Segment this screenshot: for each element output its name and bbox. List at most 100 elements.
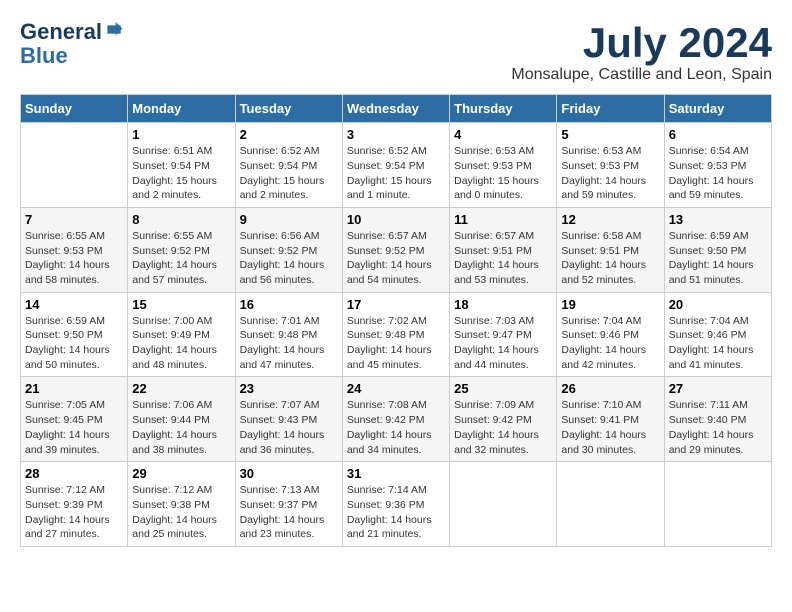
day-info: Sunrise: 6:58 AMSunset: 9:51 PMDaylight:… [561,229,659,288]
weekday-header-wednesday: Wednesday [342,95,449,123]
calendar-cell: 9Sunrise: 6:56 AMSunset: 9:52 PMDaylight… [235,207,342,292]
day-info: Sunrise: 6:52 AMSunset: 9:54 PMDaylight:… [240,144,338,203]
day-info: Sunrise: 7:08 AMSunset: 9:42 PMDaylight:… [347,398,445,457]
calendar-cell: 17 Sunrise: 7:02 AMSunset: 9:48 PMDayligh… [342,292,449,377]
week-row-3: 14Sunrise: 6:59 AMSunset: 9:50 PMDayligh… [21,292,772,377]
day-info: Sunrise: 7:09 AMSunset: 9:42 PMDaylight:… [454,398,552,457]
week-row-5: 28 Sunrise: 7:12 AMSunset: 9:39 PMDayligh… [21,462,772,547]
day-number: 18 [454,297,552,312]
weekday-header-tuesday: Tuesday [235,95,342,123]
calendar-cell: 26Sunrise: 7:10 AMSunset: 9:41 PMDayligh… [557,377,664,462]
calendar-cell: 27 Sunrise: 7:11 AMSunset: 9:40 PMDayligh… [664,377,771,462]
location-title: Monsalupe, Castille and Leon, Spain [511,66,772,84]
calendar-cell: 14Sunrise: 6:59 AMSunset: 9:50 PMDayligh… [21,292,128,377]
calendar-cell: 4 Sunrise: 6:53 AMSunset: 9:53 PMDaylight… [450,123,557,208]
day-info: Sunrise: 7:00 AMSunset: 9:49 PMDaylight:… [132,314,230,373]
weekday-header-row: SundayMondayTuesdayWednesdayThursdayFrid… [21,95,772,123]
calendar-cell: 24 Sunrise: 7:08 AMSunset: 9:42 PMDayligh… [342,377,449,462]
day-info: Sunrise: 7:11 AMSunset: 9:40 PMDaylight:… [669,398,767,457]
day-info: Sunrise: 7:06 AMSunset: 9:44 PMDaylight:… [132,398,230,457]
logo-flag-icon [104,22,124,42]
day-number: 11 [454,212,552,227]
calendar-cell: 21 Sunrise: 7:05 AMSunset: 9:45 PMDayligh… [21,377,128,462]
logo-general: General [20,20,102,44]
calendar-cell: 2 Sunrise: 6:52 AMSunset: 9:54 PMDaylight… [235,123,342,208]
weekday-header-thursday: Thursday [450,95,557,123]
calendar-cell: 29 Sunrise: 7:12 AMSunset: 9:38 PMDayligh… [128,462,235,547]
day-info: Sunrise: 7:13 AMSunset: 9:37 PMDaylight:… [240,483,338,542]
calendar-cell: 30 Sunrise: 7:13 AMSunset: 9:37 PMDayligh… [235,462,342,547]
calendar-cell: 23Sunrise: 7:07 AMSunset: 9:43 PMDayligh… [235,377,342,462]
day-number: 15 [132,297,230,312]
day-number: 20 [669,297,767,312]
day-info: Sunrise: 6:54 AMSunset: 9:53 PMDaylight:… [669,144,767,203]
day-number: 29 [132,466,230,481]
day-number: 8 [132,212,230,227]
weekday-header-friday: Friday [557,95,664,123]
calendar-cell [21,123,128,208]
day-number: 3 [347,127,445,142]
day-info: Sunrise: 6:57 AMSunset: 9:51 PMDaylight:… [454,229,552,288]
calendar-cell: 28 Sunrise: 7:12 AMSunset: 9:39 PMDayligh… [21,462,128,547]
day-number: 7 [25,212,123,227]
week-row-1: 1Sunrise: 6:51 AMSunset: 9:54 PMDaylight… [21,123,772,208]
day-info: Sunrise: 7:04 AMSunset: 9:46 PMDaylight:… [669,314,767,373]
day-number: 17 [347,297,445,312]
calendar-table: SundayMondayTuesdayWednesdayThursdayFrid… [20,94,772,547]
calendar-cell: 7 Sunrise: 6:55 AMSunset: 9:53 PMDaylight… [21,207,128,292]
weekday-header-saturday: Saturday [664,95,771,123]
day-info: Sunrise: 7:10 AMSunset: 9:41 PMDaylight:… [561,398,659,457]
week-row-2: 7 Sunrise: 6:55 AMSunset: 9:53 PMDaylight… [21,207,772,292]
day-info: Sunrise: 6:57 AMSunset: 9:52 PMDaylight:… [347,229,445,288]
day-number: 25 [454,381,552,396]
day-info: Sunrise: 7:02 AMSunset: 9:48 PMDaylight:… [347,314,445,373]
page-header: General Blue July 2024 Monsalupe, Castil… [20,20,772,84]
day-number: 21 [25,381,123,396]
calendar-cell: 19Sunrise: 7:04 AMSunset: 9:46 PMDayligh… [557,292,664,377]
day-number: 2 [240,127,338,142]
day-info: Sunrise: 7:05 AMSunset: 9:45 PMDaylight:… [25,398,123,457]
weekday-header-monday: Monday [128,95,235,123]
day-number: 4 [454,127,552,142]
month-title: July 2024 [511,20,772,66]
calendar-cell: 3 Sunrise: 6:52 AMSunset: 9:54 PMDaylight… [342,123,449,208]
calendar-cell [557,462,664,547]
day-info: Sunrise: 6:52 AMSunset: 9:54 PMDaylight:… [347,144,445,203]
logo-blue: Blue [20,44,68,68]
calendar-cell: 22 Sunrise: 7:06 AMSunset: 9:44 PMDayligh… [128,377,235,462]
day-info: Sunrise: 7:12 AMSunset: 9:39 PMDaylight:… [25,483,123,542]
day-info: Sunrise: 6:59 AMSunset: 9:50 PMDaylight:… [669,229,767,288]
calendar-cell: 20 Sunrise: 7:04 AMSunset: 9:46 PMDayligh… [664,292,771,377]
day-number: 5 [561,127,659,142]
calendar-cell: 15 Sunrise: 7:00 AMSunset: 9:49 PMDayligh… [128,292,235,377]
day-info: Sunrise: 6:55 AMSunset: 9:53 PMDaylight:… [25,229,123,288]
day-info: Sunrise: 6:51 AMSunset: 9:54 PMDaylight:… [132,144,230,203]
weekday-header-sunday: Sunday [21,95,128,123]
day-info: Sunrise: 6:53 AMSunset: 9:53 PMDaylight:… [561,144,659,203]
day-info: Sunrise: 6:53 AMSunset: 9:53 PMDaylight:… [454,144,552,203]
day-number: 14 [25,297,123,312]
day-number: 24 [347,381,445,396]
calendar-cell: 11 Sunrise: 6:57 AMSunset: 9:51 PMDayligh… [450,207,557,292]
day-number: 28 [25,466,123,481]
day-info: Sunrise: 6:55 AMSunset: 9:52 PMDaylight:… [132,229,230,288]
day-number: 30 [240,466,338,481]
calendar-cell: 13 Sunrise: 6:59 AMSunset: 9:50 PMDayligh… [664,207,771,292]
day-info: Sunrise: 6:56 AMSunset: 9:52 PMDaylight:… [240,229,338,288]
day-number: 16 [240,297,338,312]
calendar-cell: 25 Sunrise: 7:09 AMSunset: 9:42 PMDayligh… [450,377,557,462]
calendar-cell: 8 Sunrise: 6:55 AMSunset: 9:52 PMDaylight… [128,207,235,292]
week-row-4: 21 Sunrise: 7:05 AMSunset: 9:45 PMDayligh… [21,377,772,462]
day-number: 13 [669,212,767,227]
day-number: 6 [669,127,767,142]
day-info: Sunrise: 7:12 AMSunset: 9:38 PMDaylight:… [132,483,230,542]
day-number: 22 [132,381,230,396]
day-info: Sunrise: 7:01 AMSunset: 9:48 PMDaylight:… [240,314,338,373]
calendar-cell: 5 Sunrise: 6:53 AMSunset: 9:53 PMDaylight… [557,123,664,208]
calendar-cell [664,462,771,547]
calendar-cell: 10 Sunrise: 6:57 AMSunset: 9:52 PMDayligh… [342,207,449,292]
day-number: 10 [347,212,445,227]
day-number: 27 [669,381,767,396]
day-info: Sunrise: 7:03 AMSunset: 9:47 PMDaylight:… [454,314,552,373]
day-number: 12 [561,212,659,227]
